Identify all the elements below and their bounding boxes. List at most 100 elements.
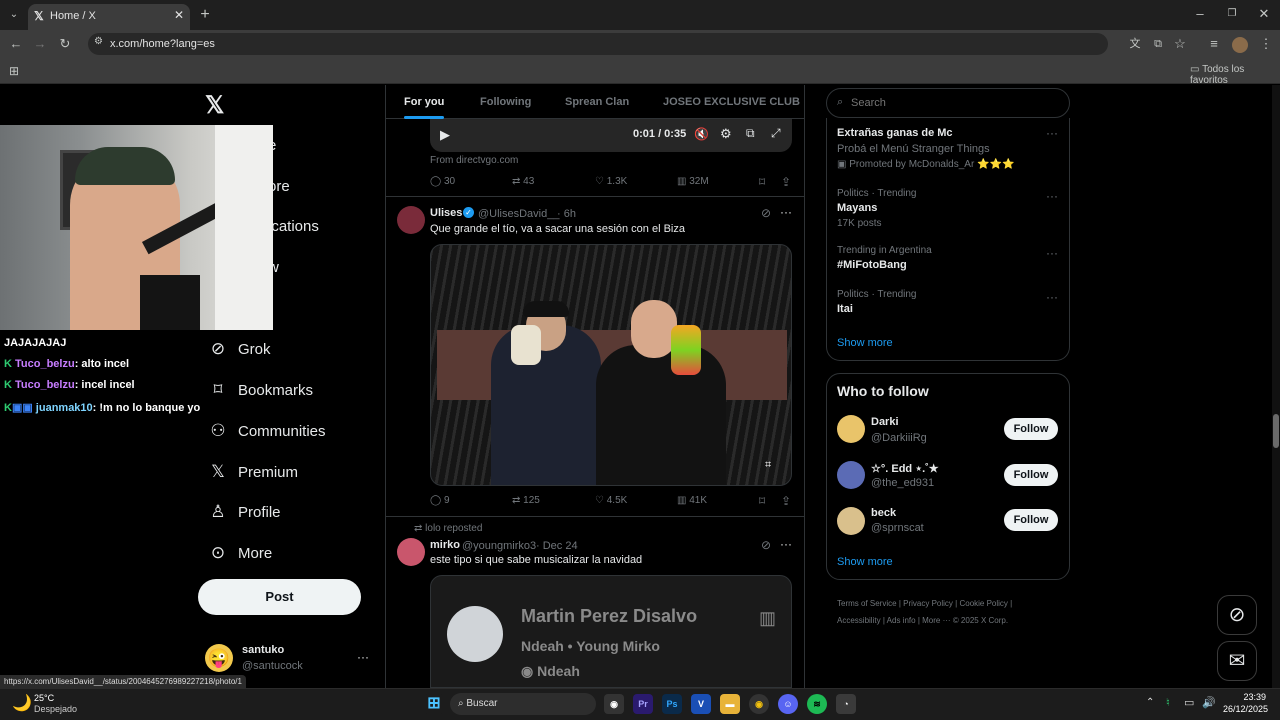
play-icon[interactable]: ▶ (440, 127, 450, 143)
nav-bookmarks[interactable]: ⌑ Bookmarks (206, 375, 376, 405)
nav-communities[interactable]: ⚇ Communities (206, 416, 376, 446)
post-author-handle[interactable]: @UlisesDavid__ (478, 208, 559, 220)
account-avatar[interactable]: 😜 (205, 644, 233, 672)
post-button[interactable]: Post (198, 579, 361, 615)
obs-icon[interactable]: ◉ (604, 694, 624, 714)
new-tab-icon[interactable]: + (195, 5, 215, 25)
bookmark-post-icon[interactable]: ⌑ (759, 494, 765, 508)
follow-user-handle[interactable]: @DarkiiiRg (871, 432, 927, 444)
nav-follow-partial[interactable]: w (268, 253, 438, 283)
post-author-handle[interactable]: @youngmirko3 (462, 540, 536, 552)
avatar[interactable] (397, 538, 425, 566)
post-time[interactable]: · 6h (557, 208, 576, 220)
nav-more[interactable]: ⊙ More (206, 538, 376, 568)
show-more-trends[interactable]: Show more (837, 337, 893, 349)
reading-list-icon[interactable]: ≡ (1204, 34, 1224, 54)
footer-ads-info[interactable]: Ads info (887, 616, 916, 625)
follow-user-handle[interactable]: @the_ed931 (871, 477, 934, 489)
trend-title[interactable]: Itai (837, 303, 853, 315)
pip-icon[interactable]: ⧉ (746, 126, 755, 141)
tab-following[interactable]: Following (480, 96, 531, 108)
bookmark-star-icon[interactable]: ☆ (1170, 34, 1190, 54)
avatar[interactable] (397, 206, 425, 234)
footer-accessibility[interactable]: Accessibility (837, 616, 881, 625)
windows-start-icon[interactable]: ⊞ (424, 694, 444, 714)
video-source[interactable]: From directvgo.com (430, 155, 518, 166)
like-action[interactable]: ♡ 1.3K (595, 176, 627, 187)
clock-time[interactable]: 23:39 (1226, 692, 1266, 702)
follow-user-name[interactable]: ☆°. Edd ⋆.˚★ (871, 462, 939, 475)
menu-icon[interactable]: ⋮ (1256, 34, 1276, 54)
footer-cookie[interactable]: Cookie Policy (959, 599, 1007, 608)
trend-title[interactable]: #MiFotoBang (837, 259, 907, 271)
show-more-follow[interactable]: Show more (837, 556, 893, 568)
mic-icon[interactable]: ♮ (1166, 696, 1170, 709)
reply-action[interactable]: ◯ 9 (430, 495, 450, 506)
repost-action[interactable]: ⇄ 43 (512, 176, 534, 187)
share-icon[interactable]: ⇪ (781, 494, 791, 508)
browser-tab[interactable]: 𝕏 Home / X ✕ (28, 4, 190, 30)
minimize-icon[interactable]: – (1190, 4, 1210, 24)
forward-icon[interactable]: → (30, 34, 50, 54)
like-action[interactable]: ♡ 4.5K (595, 495, 627, 506)
clock-date[interactable]: 26/12/2025 (1212, 704, 1268, 714)
file-explorer-icon[interactable]: ▬ (720, 694, 740, 714)
weather-desc[interactable]: Despejado (34, 704, 77, 714)
tab-sprean-clan[interactable]: Sprean Clan (565, 96, 629, 108)
grok-post-icon[interactable]: ⊘ (761, 206, 771, 220)
follow-user-name[interactable]: Darki (871, 416, 899, 428)
follow-user-handle[interactable]: @sprnscat (871, 522, 924, 534)
weather-icon[interactable]: 🌙 (12, 693, 32, 713)
image-grok-icon[interactable]: ⌗ (765, 459, 771, 472)
post-author-name[interactable]: mirko (430, 539, 460, 551)
grok-float-icon[interactable]: ⊘ (1217, 595, 1257, 635)
all-bookmarks-folder[interactable]: ▭ Todos los favoritos (1190, 64, 1280, 86)
avatar[interactable] (837, 461, 865, 489)
views-action[interactable]: ▥ 41K (677, 495, 707, 506)
tab-for-you[interactable]: For you (404, 96, 444, 108)
views-action[interactable]: ▥ 32M (677, 176, 709, 187)
post-menu-icon[interactable]: ··· (780, 205, 792, 219)
follow-user-name[interactable]: beck (871, 507, 896, 519)
scrollbar-thumb[interactable] (1273, 414, 1279, 448)
footer-terms[interactable]: Terms of Service (837, 599, 897, 608)
search-box[interactable]: ⌕ (826, 88, 1070, 118)
follow-button[interactable]: Follow (1004, 464, 1058, 486)
messages-icon[interactable]: ✉ (1217, 641, 1257, 681)
search-input[interactable] (851, 94, 1051, 112)
taskbar-search[interactable]: ⌕ Buscar (450, 693, 596, 715)
reload-icon[interactable]: ↻ (55, 34, 75, 54)
address-bar[interactable]: ⚙ x.com/home?lang=es (88, 33, 1108, 55)
chrome-icon[interactable]: ◉ (749, 694, 769, 714)
trend-menu-icon[interactable]: ··· (1046, 246, 1058, 260)
vegas-icon[interactable]: V (691, 694, 711, 714)
tab-search-icon[interactable]: ⌄ (4, 5, 24, 25)
share-icon[interactable]: ⇪ (781, 175, 791, 189)
trend-menu-icon[interactable]: ··· (1046, 189, 1058, 203)
footer-privacy[interactable]: Privacy Policy (903, 599, 953, 608)
video-player[interactable]: ▶ 0:01 / 0:35 🔇 ⚙ ⧉ ⤢ (430, 118, 792, 152)
nav-grok[interactable]: ⊘ Grok (206, 334, 376, 364)
tray-overflow-icon[interactable]: ⌃ (1146, 697, 1154, 708)
apps-grid-icon[interactable]: ⊞ (4, 61, 24, 81)
close-window-icon[interactable]: ✕ (1254, 4, 1274, 24)
post-menu-icon[interactable]: ··· (780, 537, 792, 551)
nav-home-partial[interactable]: e (268, 131, 438, 161)
site-info-icon[interactable]: ⚙ (94, 36, 103, 47)
photoshop-icon[interactable]: Ps (662, 694, 682, 714)
nav-profile[interactable]: ♙ Profile (206, 497, 376, 527)
settings-icon[interactable]: ⚙ (720, 126, 732, 142)
restore-icon[interactable]: ❐ (1222, 4, 1242, 24)
bookmark-post-icon[interactable]: ⌑ (759, 175, 765, 189)
post-author-name[interactable]: Ulises (430, 207, 462, 219)
network-icon[interactable]: ▭ (1184, 696, 1194, 709)
profile-avatar[interactable] (1232, 37, 1248, 53)
repost-indicator[interactable]: ⇄ lolo reposted (414, 523, 482, 534)
post-image[interactable]: ⌗ (430, 244, 792, 486)
x-logo-icon[interactable]: 𝕏 (205, 91, 224, 120)
fullscreen-icon[interactable]: ⤢ (771, 126, 781, 141)
music-card[interactable]: Martin Perez Disalvo Ndeah • Young Mirko… (430, 575, 792, 688)
weather-temp[interactable]: 25°C (34, 693, 54, 703)
account-menu-icon[interactable]: ··· (357, 650, 369, 664)
close-tab-icon[interactable]: ✕ (174, 8, 184, 22)
